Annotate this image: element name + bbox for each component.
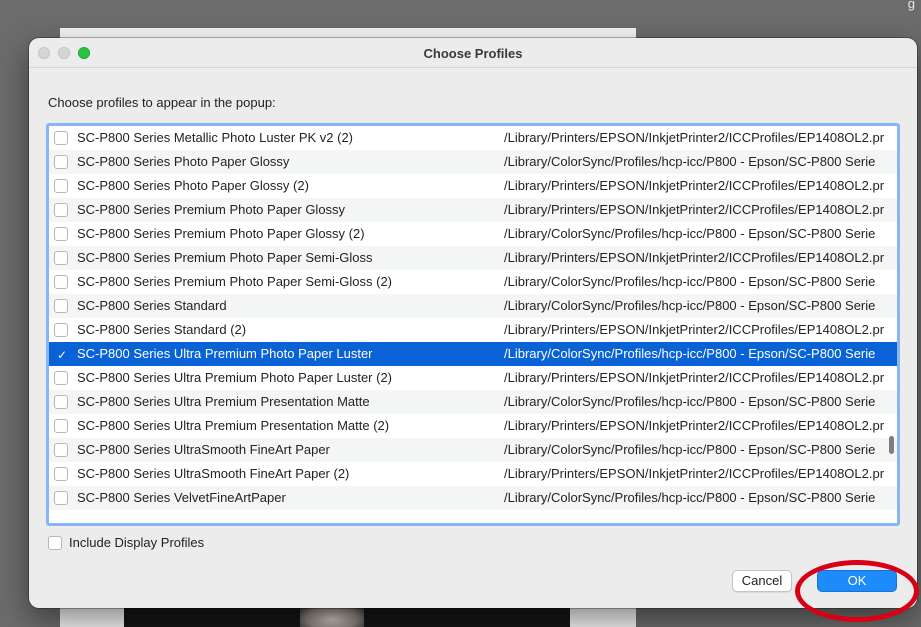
profile-checkbox[interactable]: [54, 131, 68, 145]
profile-row[interactable]: SC-P800 Series Ultra Premium Presentatio…: [49, 414, 897, 438]
profile-path: /Library/Printers/EPSON/InkjetPrinter2/I…: [504, 178, 884, 193]
profile-name: SC-P800 Series Photo Paper Glossy (2): [77, 178, 309, 193]
profile-checkbox[interactable]: [54, 299, 68, 313]
profile-path: /Library/ColorSync/Profiles/hcp-icc/P800…: [504, 226, 876, 241]
profile-row[interactable]: SC-P800 Series UltraSmooth FineArt Paper…: [49, 462, 897, 486]
dialog-title: Choose Profiles: [423, 46, 523, 61]
profiles-list-rows: SC-P800 Series Metallic Photo Luster PK …: [49, 126, 897, 510]
background-text-fragment: g: [907, 0, 915, 11]
profile-path: /Library/ColorSync/Profiles/hcp-icc/P800…: [504, 442, 876, 457]
choose-profiles-dialog: Choose Profiles Choose profiles to appea…: [29, 38, 917, 608]
dialog-titlebar: Choose Profiles: [29, 38, 917, 68]
profile-row[interactable]: SC-P800 Series Standard (2) /Library/Prin…: [49, 318, 897, 342]
profile-row[interactable]: SC-P800 Series Photo Paper Glossy/Librar…: [49, 150, 897, 174]
profile-row[interactable]: SC-P800 Series Premium Photo Paper Gloss…: [49, 198, 897, 222]
profile-row[interactable]: ✓ SC-P800 Series Ultra Premium Photo Pape…: [49, 342, 897, 366]
profile-path: /Library/Printers/EPSON/InkjetPrinter2/I…: [504, 322, 884, 337]
profile-checkbox[interactable]: [54, 203, 68, 217]
include-display-profiles-checkbox[interactable]: [48, 536, 62, 550]
profile-checkbox[interactable]: [54, 419, 68, 433]
profile-name: SC-P800 Series VelvetFineArtPaper: [77, 490, 286, 505]
include-display-profiles-label: Include Display Profiles: [69, 535, 205, 550]
profile-path: /Library/ColorSync/Profiles/hcp-icc/P800…: [504, 154, 876, 169]
profile-checkbox[interactable]: [54, 371, 68, 385]
profile-path: /Library/Printers/EPSON/InkjetPrinter2/I…: [504, 418, 884, 433]
profile-path: /Library/Printers/EPSON/InkjetPrinter2/I…: [504, 202, 884, 217]
profile-name: SC-P800 Series Premium Photo Paper Semi-…: [77, 250, 373, 265]
profile-row[interactable]: SC-P800 Series Premium Photo Paper Semi-…: [49, 270, 897, 294]
profile-path: /Library/ColorSync/Profiles/hcp-icc/P800…: [504, 490, 876, 505]
profile-row[interactable]: SC-P800 Series VelvetFineArtPaper/Librar…: [49, 486, 897, 510]
profile-row[interactable]: SC-P800 Series Premium Photo Paper Semi-…: [49, 246, 897, 270]
profile-path: /Library/ColorSync/Profiles/hcp-icc/P800…: [504, 346, 876, 361]
profiles-list[interactable]: SC-P800 Series Metallic Photo Luster PK …: [46, 123, 900, 526]
profile-row[interactable]: SC-P800 Series Premium Photo Paper Gloss…: [49, 222, 897, 246]
profile-name: SC-P800 Series Ultra Premium Photo Paper…: [77, 370, 393, 385]
profile-row[interactable]: SC-P800 Series Metallic Photo Luster PK …: [49, 126, 897, 150]
profile-path: /Library/Printers/EPSON/InkjetPrinter2/I…: [504, 250, 884, 265]
profile-checkbox[interactable]: [54, 467, 68, 481]
profile-name: SC-P800 Series Standard (2): [77, 322, 247, 337]
profile-row[interactable]: SC-P800 Series Standard/Library/ColorSyn…: [49, 294, 897, 318]
profile-checkbox[interactable]: [54, 275, 68, 289]
profile-name: SC-P800 Series Standard: [77, 298, 227, 313]
profile-checkbox[interactable]: [54, 323, 68, 337]
profile-checkbox[interactable]: [54, 443, 68, 457]
profile-checkbox[interactable]: [54, 155, 68, 169]
profile-name: SC-P800 Series Premium Photo Paper Gloss…: [77, 226, 365, 241]
profile-path: /Library/Printers/EPSON/InkjetPrinter2/I…: [504, 130, 884, 145]
profile-checkbox[interactable]: [54, 491, 68, 505]
profile-name: SC-P800 Series Premium Photo Paper Gloss…: [77, 202, 346, 217]
profile-row[interactable]: SC-P800 Series Photo Paper Glossy (2) /Li…: [49, 174, 897, 198]
profile-name: SC-P800 Series Ultra Premium Photo Paper…: [77, 346, 373, 361]
profile-checkbox[interactable]: ✓: [54, 347, 68, 362]
profile-name: SC-P800 Series Premium Photo Paper Semi-…: [77, 274, 393, 289]
profile-path: /Library/ColorSync/Profiles/hcp-icc/P800…: [504, 394, 876, 409]
profile-name: SC-P800 Series Ultra Premium Presentatio…: [77, 394, 370, 409]
profile-name: SC-P800 Series UltraSmooth FineArt Paper…: [77, 466, 350, 481]
profile-name: SC-P800 Series Ultra Premium Presentatio…: [77, 418, 390, 433]
profile-name: SC-P800 Series Metallic Photo Luster PK …: [77, 130, 354, 145]
profile-path: /Library/Printers/EPSON/InkjetPrinter2/I…: [504, 466, 884, 481]
cancel-button[interactable]: Cancel: [732, 570, 792, 592]
profile-path: /Library/ColorSync/Profiles/hcp-icc/P800…: [504, 298, 876, 313]
profile-checkbox[interactable]: [54, 179, 68, 193]
profile-checkbox[interactable]: [54, 395, 68, 409]
profile-name: SC-P800 Series UltraSmooth FineArt Paper: [77, 442, 330, 457]
ok-button[interactable]: OK: [817, 570, 897, 592]
profile-path: /Library/Printers/EPSON/InkjetPrinter2/I…: [504, 370, 884, 385]
profile-name: SC-P800 Series Photo Paper Glossy: [77, 154, 290, 169]
profile-row[interactable]: SC-P800 Series UltraSmooth FineArt Paper…: [49, 438, 897, 462]
profile-checkbox[interactable]: [54, 251, 68, 265]
list-scrollbar[interactable]: [889, 436, 894, 454]
profile-row[interactable]: SC-P800 Series Ultra Premium Presentatio…: [49, 390, 897, 414]
profile-path: /Library/ColorSync/Profiles/hcp-icc/P800…: [504, 274, 876, 289]
profile-checkbox[interactable]: [54, 227, 68, 241]
checkmark-icon: ✓: [56, 348, 68, 362]
profile-row[interactable]: SC-P800 Series Ultra Premium Photo Paper…: [49, 366, 897, 390]
dialog-prompt: Choose profiles to appear in the popup:: [48, 95, 276, 110]
